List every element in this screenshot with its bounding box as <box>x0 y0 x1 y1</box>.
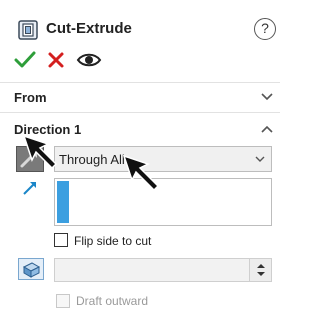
draft-face-icon[interactable] <box>18 258 44 280</box>
spin-buttons[interactable] <box>249 259 271 281</box>
cut-extrude-icon <box>18 20 38 40</box>
separator <box>0 82 280 83</box>
cancel-close-icon[interactable] <box>46 50 66 70</box>
property-manager-panel: Cut-Extrude ? From Direction 1 Through A… <box>0 0 280 316</box>
preview-eye-icon[interactable] <box>76 50 102 70</box>
pointer-arrow-icon <box>122 154 160 192</box>
draft-outward-label: Draft outward <box>76 294 149 308</box>
spin-arrows-icon <box>257 264 265 276</box>
flip-side-checkbox[interactable] <box>54 233 68 247</box>
selection-indicator <box>57 181 69 223</box>
panel-header: Cut-Extrude ? <box>0 0 280 82</box>
direction-arrow-icon <box>23 182 36 195</box>
separator <box>0 112 280 113</box>
panel-title: Cut-Extrude <box>46 20 132 37</box>
end-condition-value: Through All <box>59 152 125 167</box>
draft-angle-input[interactable] <box>54 258 272 282</box>
draft-outward-checkbox[interactable] <box>56 294 70 308</box>
section-from-title[interactable]: From <box>14 90 47 105</box>
flip-side-label: Flip side to cut <box>74 234 152 248</box>
pointer-arrow-icon <box>22 134 58 170</box>
help-button[interactable]: ? <box>254 18 276 40</box>
chevron-up-icon[interactable] <box>260 124 274 134</box>
ok-checkmark-icon[interactable] <box>14 50 36 70</box>
chevron-down-icon[interactable] <box>260 92 274 102</box>
chevron-down-icon <box>255 156 265 162</box>
